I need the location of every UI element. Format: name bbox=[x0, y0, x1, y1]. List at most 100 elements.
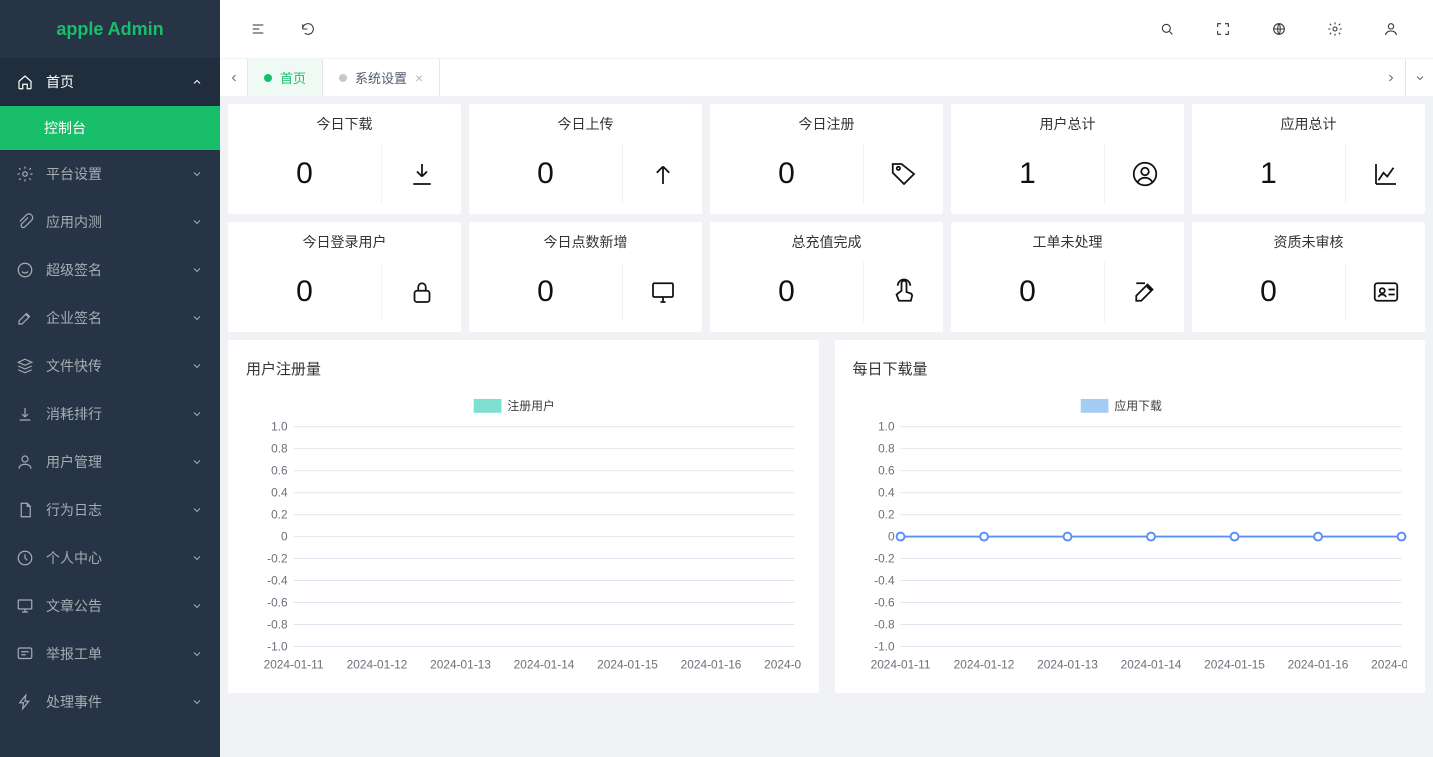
sidebar-item-10[interactable]: 文章公告 bbox=[0, 582, 220, 630]
fullscreen-icon[interactable] bbox=[1213, 19, 1233, 39]
sidebar-item-0[interactable]: 首页 bbox=[0, 58, 220, 106]
download-icon bbox=[381, 144, 461, 204]
y-tick-label: -0.4 bbox=[874, 573, 895, 587]
y-tick-label: 1.0 bbox=[271, 420, 288, 434]
chevron-down-icon bbox=[190, 407, 204, 421]
tab-status-dot bbox=[264, 74, 272, 82]
data-point bbox=[896, 533, 904, 541]
main-content: 今日下载0今日上传0今日注册0用户总计1应用总计1 今日登录用户0今日点数新增0… bbox=[220, 96, 1433, 757]
stat-value: 0 bbox=[710, 275, 863, 309]
reload-icon[interactable] bbox=[298, 19, 318, 39]
chevron-down-icon bbox=[190, 359, 204, 373]
stat-card: 资质未审核0 bbox=[1192, 222, 1425, 332]
stat-title: 今日注册 bbox=[710, 114, 943, 144]
legend-swatch bbox=[1080, 399, 1108, 413]
x-tick-label: 2024-01-11 bbox=[264, 657, 324, 671]
chart-title: 用户注册量 bbox=[246, 358, 801, 379]
stat-value: 0 bbox=[228, 275, 381, 309]
tab-scroll-left[interactable] bbox=[220, 59, 248, 96]
stat-card: 工单未处理0 bbox=[951, 222, 1184, 332]
tab-0[interactable]: 首页 bbox=[248, 59, 323, 96]
stat-title: 总充值完成 bbox=[710, 232, 943, 262]
line-chart: 应用下载1.00.80.60.40.20-0.2-0.4-0.6-0.8-1.0… bbox=[853, 393, 1408, 680]
settings-icon[interactable] bbox=[1325, 19, 1345, 39]
board-icon bbox=[622, 262, 702, 322]
tab-scroll-right[interactable] bbox=[1377, 59, 1405, 96]
x-tick-label: 2024-01-15 bbox=[1204, 657, 1265, 671]
user-icon[interactable] bbox=[1381, 19, 1401, 39]
sidebar-item-1[interactable]: 平台设置 bbox=[0, 150, 220, 198]
topbar bbox=[220, 0, 1433, 58]
stat-card: 今日下载0 bbox=[228, 104, 461, 214]
sidebar-subitem-0-0[interactable]: 控制台 bbox=[0, 106, 220, 150]
close-icon[interactable]: × bbox=[415, 71, 423, 85]
brand-text: apple Admin bbox=[56, 19, 163, 40]
tab-label: 首页 bbox=[280, 68, 306, 87]
line-chart: 注册用户1.00.80.60.40.20-0.2-0.4-0.6-0.8-1.0… bbox=[246, 393, 801, 680]
stat-title: 用户总计 bbox=[951, 114, 1184, 144]
user-icon bbox=[16, 453, 34, 471]
chart-title: 每日下载量 bbox=[853, 358, 1408, 379]
y-tick-label: 1.0 bbox=[878, 420, 895, 434]
stat-value: 0 bbox=[469, 157, 622, 191]
sidebar-item-5[interactable]: 文件快传 bbox=[0, 342, 220, 390]
sidebar-item-11[interactable]: 举报工单 bbox=[0, 630, 220, 678]
stat-card: 今日点数新增0 bbox=[469, 222, 702, 332]
sidebar-item-12[interactable]: 处理事件 bbox=[0, 678, 220, 726]
collapse-menu-icon[interactable] bbox=[248, 19, 268, 39]
x-tick-label: 2024-01-15 bbox=[597, 657, 658, 671]
usercircle-icon bbox=[1104, 144, 1184, 204]
sidebar-item-8[interactable]: 行为日志 bbox=[0, 486, 220, 534]
stat-title: 今日上传 bbox=[469, 114, 702, 144]
tab-dropdown[interactable] bbox=[1405, 59, 1433, 96]
chevron-down-icon bbox=[190, 599, 204, 613]
sidebar-item-3[interactable]: 超级签名 bbox=[0, 246, 220, 294]
sidebar-item-label: 个人中心 bbox=[46, 548, 190, 568]
sidebar-item-9[interactable]: 个人中心 bbox=[0, 534, 220, 582]
y-tick-label: -0.6 bbox=[874, 595, 895, 609]
y-tick-label: -0.8 bbox=[874, 617, 895, 631]
tab-status-dot bbox=[339, 74, 347, 82]
chevron-down-icon bbox=[190, 455, 204, 469]
sidebar-item-label: 消耗排行 bbox=[46, 404, 190, 424]
y-tick-label: -0.4 bbox=[267, 573, 288, 587]
x-tick-label: 2024-01-12 bbox=[953, 657, 1014, 671]
tabbar: 首页系统设置× bbox=[220, 58, 1433, 96]
y-tick-label: -1.0 bbox=[267, 639, 288, 653]
data-point bbox=[1147, 533, 1155, 541]
x-tick-label: 2024-01-14 bbox=[1120, 657, 1181, 671]
chevron-down-icon bbox=[190, 647, 204, 661]
globe-icon[interactable] bbox=[1269, 19, 1289, 39]
stat-title: 今日登录用户 bbox=[228, 232, 461, 262]
sidebar-item-label: 举报工单 bbox=[46, 644, 190, 664]
stat-title: 今日下载 bbox=[228, 114, 461, 144]
sidebar-item-6[interactable]: 消耗排行 bbox=[0, 390, 220, 438]
data-point bbox=[1397, 533, 1405, 541]
sidebar-item-label: 文件快传 bbox=[46, 356, 190, 376]
x-tick-label: 2024-01-17 bbox=[764, 657, 800, 671]
y-tick-label: -0.2 bbox=[874, 552, 894, 566]
x-tick-label: 2024-01-13 bbox=[1037, 657, 1098, 671]
brand[interactable]: apple Admin bbox=[0, 0, 220, 58]
x-tick-label: 2024-01-17 bbox=[1371, 657, 1407, 671]
search-icon[interactable] bbox=[1157, 19, 1177, 39]
y-tick-label: -1.0 bbox=[874, 639, 895, 653]
data-point bbox=[980, 533, 988, 541]
lock-icon bbox=[381, 262, 461, 322]
tab-1[interactable]: 系统设置× bbox=[323, 59, 440, 96]
doc-icon bbox=[16, 501, 34, 519]
stat-card: 今日注册0 bbox=[710, 104, 943, 214]
x-tick-label: 2024-01-14 bbox=[514, 657, 575, 671]
sidebar-item-7[interactable]: 用户管理 bbox=[0, 438, 220, 486]
sidebar-menu: 首页控制台平台设置应用内测超级签名企业签名文件快传消耗排行用户管理行为日志个人中… bbox=[0, 58, 220, 757]
y-tick-label: 0.6 bbox=[878, 464, 895, 478]
stat-value: 0 bbox=[951, 275, 1104, 309]
x-tick-label: 2024-01-13 bbox=[430, 657, 491, 671]
sidebar: apple Admin 首页控制台平台设置应用内测超级签名企业签名文件快传消耗排… bbox=[0, 0, 220, 757]
tag-icon bbox=[863, 144, 943, 204]
sidebar-item-2[interactable]: 应用内测 bbox=[0, 198, 220, 246]
sidebar-item-4[interactable]: 企业签名 bbox=[0, 294, 220, 342]
y-tick-label: -0.2 bbox=[267, 552, 287, 566]
stat-card: 用户总计1 bbox=[951, 104, 1184, 214]
sidebar-item-label: 企业签名 bbox=[46, 308, 190, 328]
